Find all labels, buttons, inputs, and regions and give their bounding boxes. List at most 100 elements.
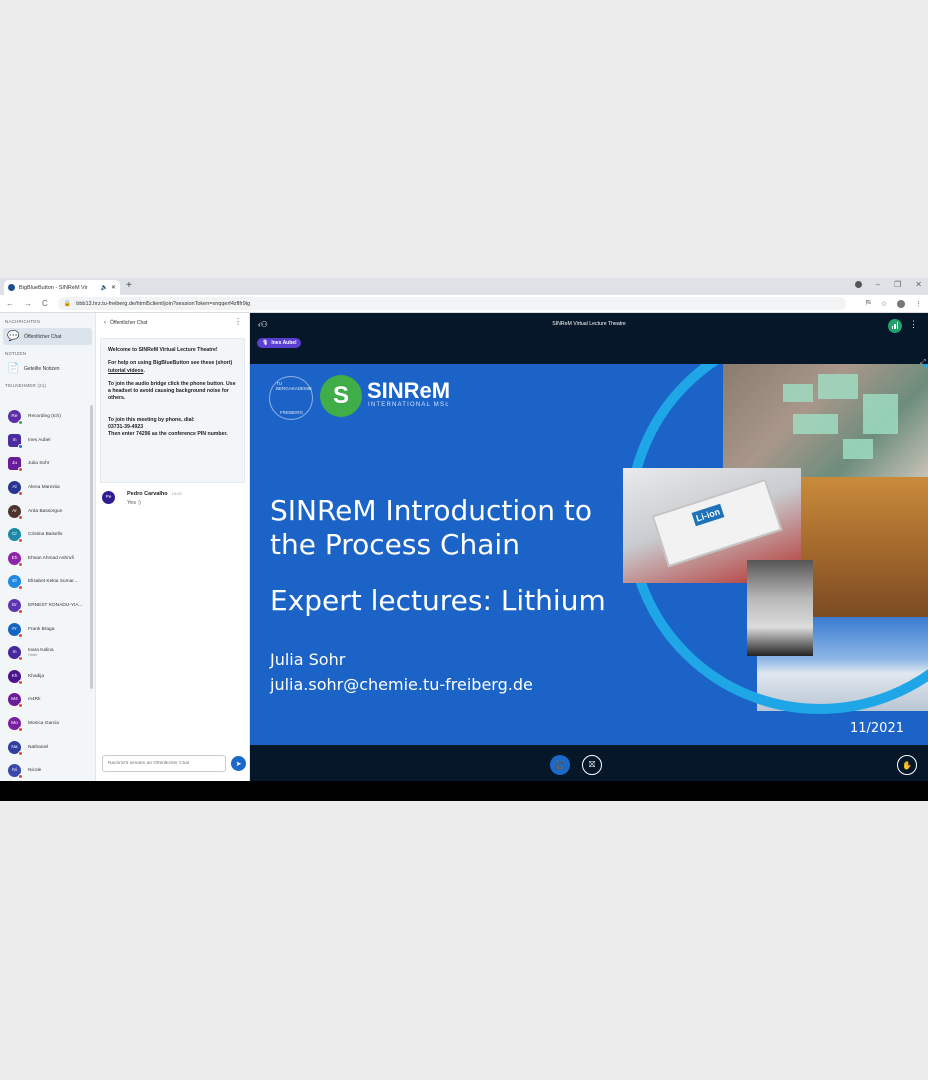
participant-item[interactable]: Re Recording (Ich) xyxy=(0,405,92,429)
avatar: Pe xyxy=(102,491,115,504)
chat-header[interactable]: ‹ Öffentlicher Chat ⋮ xyxy=(96,313,250,332)
profile-icon[interactable] xyxy=(854,281,862,288)
participant-item[interactable]: Cr Cristina Baisello xyxy=(0,523,92,547)
audio-status-icon xyxy=(18,656,23,662)
tutorial-videos-link[interactable]: tutorial videos xyxy=(108,368,143,374)
sinrem-logo-icon: S xyxy=(320,375,362,417)
message-time: 15:00 xyxy=(171,491,182,496)
avatar: Re xyxy=(8,410,23,426)
participants-scrollbar[interactable] xyxy=(90,405,93,689)
participant-item[interactable]: El Elisabet Kekia Sumar... xyxy=(0,570,92,594)
leave-audio-button[interactable]: 🎧 xyxy=(550,755,570,775)
user-list-panel: NACHRICHTEN 💬 Öffentlicher Chat NOTIZEN … xyxy=(0,313,96,781)
new-tab-icon[interactable]: + xyxy=(126,280,132,291)
participant-name: Alena Mareziia xyxy=(28,485,60,491)
account-icon[interactable] xyxy=(897,299,905,308)
chevron-left-icon[interactable]: ‹ xyxy=(104,320,106,326)
participant-item[interactable]: Na Nathaniel xyxy=(0,735,92,759)
participant-item[interactable]: Mo Monica Garcia xyxy=(0,712,92,736)
chat-options-icon[interactable]: ⋮ xyxy=(234,317,242,326)
audio-status-icon xyxy=(18,561,23,567)
participant-name: Recording (Ich) xyxy=(28,414,61,420)
avatar-initials: M4 xyxy=(11,697,18,703)
participants-header: TEILNEHMER (21) xyxy=(5,383,47,388)
participant-item[interactable]: Eh Ehsan Ahmad Ashrufi xyxy=(0,547,92,571)
avatar: Er xyxy=(8,599,23,615)
minimize-icon[interactable]: – xyxy=(876,280,880,289)
participant-name: Nathaniel xyxy=(28,744,49,750)
participant-item[interactable]: M4 m4Rk xyxy=(0,688,92,712)
url-field[interactable]: 🔒 bbb13.hrz.tu-freiberg.de/html5client/j… xyxy=(57,297,846,310)
public-chat-item[interactable]: 💬 Öffentlicher Chat xyxy=(3,328,92,345)
welcome-message: Welcome to SINReM Virtual Lecture Theatr… xyxy=(100,338,245,483)
speaker-icon[interactable]: 🔈 xyxy=(100,284,107,291)
presentation-area: ‹⚇ SINReM Virtual Lecture Theatre ⋮ 🎙 In… xyxy=(250,313,928,781)
participant-item[interactable]: Kh Khadija xyxy=(0,665,92,689)
nav-buttons: ← → C xyxy=(6,299,48,308)
share-webcam-button[interactable]: ⛝ xyxy=(582,755,602,775)
options-menu-icon[interactable]: ⋮ xyxy=(909,319,918,330)
sinrem-logo-subtitle: INTERNATIONAL MSc xyxy=(368,402,450,408)
raise-hand-button[interactable]: ✋ xyxy=(897,755,917,775)
browser-tab[interactable]: BigBlueButton - SINReM Vir 🔈 ✕ xyxy=(4,280,120,295)
participant-item[interactable]: Er ERNEST KONADU-YIA... xyxy=(0,594,92,618)
avatar-initials: Ni xyxy=(12,768,17,774)
audio-status-icon xyxy=(18,703,23,709)
participant-item[interactable]: Al Alena Mareziia xyxy=(0,476,92,500)
browser-menu-icon[interactable]: ⋮ xyxy=(915,300,922,308)
participant-item[interactable]: Ju Julia Sohr xyxy=(0,452,92,476)
participant-name: Ehsan Ahmad Ashrufi xyxy=(28,555,74,561)
forward-arrow-icon[interactable]: → xyxy=(24,299,32,308)
participants-list: Re Recording (Ich) In Ines Aubel Ju Julia Soh… xyxy=(0,405,92,781)
slide-date: 11/2021 xyxy=(849,721,904,736)
address-bar: ← → C 🔒 bbb13.hrz.tu-freiberg.de/html5cl… xyxy=(0,295,928,313)
welcome-title: Welcome to SINReM Virtual Lecture Theatr… xyxy=(108,347,218,353)
battery-graphic xyxy=(651,478,783,568)
participant-item[interactable]: Ar Arda Bassorgun xyxy=(0,499,92,523)
participant-name: Frank Braga xyxy=(28,626,55,632)
close-window-icon[interactable]: ✕ xyxy=(915,280,922,289)
avatar: Ni xyxy=(8,764,23,780)
send-message-button[interactable]: ➤ xyxy=(231,756,246,771)
participant-name: Khadija xyxy=(28,673,45,679)
microphone-icon: 🎙 xyxy=(262,340,269,346)
avatar: Kh xyxy=(8,669,23,685)
avatar-initials: Ar xyxy=(12,508,17,514)
seal-top-text: TU BERGAKADEMIE xyxy=(276,381,313,391)
chat-message-input[interactable] xyxy=(102,755,226,772)
bookmark-star-icon[interactable]: ☆ xyxy=(881,300,887,308)
translate-icon[interactable]: ⛿ xyxy=(866,300,871,308)
reload-icon[interactable]: C xyxy=(42,299,48,308)
avatar-initials: Mo xyxy=(11,721,18,727)
participant-text: ERNEST KONADU-YIA... xyxy=(28,603,83,608)
headphones-icon: 🎧 xyxy=(555,760,565,770)
audio-status-icon xyxy=(18,443,23,449)
seal-bottom-text: FREIBERG xyxy=(280,410,304,415)
lithium-sample-photo xyxy=(747,560,813,656)
bigbluebutton-favicon-icon xyxy=(8,284,15,291)
close-tab-icon[interactable]: ✕ xyxy=(111,284,116,291)
participant-item[interactable]: In Ines Aubel xyxy=(0,429,92,453)
participant-item[interactable]: In Inara Kalina Hotel xyxy=(0,641,92,665)
restore-icon[interactable]: ❐ xyxy=(894,280,901,289)
avatar-initials: Al xyxy=(12,485,17,491)
participant-name: Monica Garcia xyxy=(28,721,59,727)
back-arrow-icon[interactable]: ← xyxy=(6,299,14,308)
participant-text: Ehsan Ahmad Ashrufi xyxy=(28,556,74,561)
slide-email: julia.sohr@chemie.tu-freiberg.de xyxy=(270,675,533,694)
avatar-initials: Fr xyxy=(12,626,17,632)
participant-item[interactable]: Ni Nicole xyxy=(0,759,92,781)
messages-header: NACHRICHTEN xyxy=(5,319,40,324)
connection-status-icon[interactable] xyxy=(888,319,902,333)
public-chat-label: Öffentlicher Chat xyxy=(24,333,62,340)
chat-bubble-icon: 💬 xyxy=(7,331,20,342)
avatar: El xyxy=(8,575,23,591)
shared-notes-item[interactable]: 📄 Geteilte Notizen xyxy=(3,360,92,377)
participant-name: Nicole xyxy=(28,768,42,774)
participant-text: Monica Garcia xyxy=(28,721,59,726)
chat-panel: ‹ Öffentlicher Chat ⋮ Welcome to SINReM … xyxy=(96,313,250,781)
participant-text: Julia Sohr xyxy=(28,461,49,466)
participant-item[interactable]: Fr Frank Braga xyxy=(0,617,92,641)
phone-dial-text: To join this meeting by phone, dial: xyxy=(108,416,195,423)
chat-title: Öffentlicher Chat xyxy=(110,319,148,326)
